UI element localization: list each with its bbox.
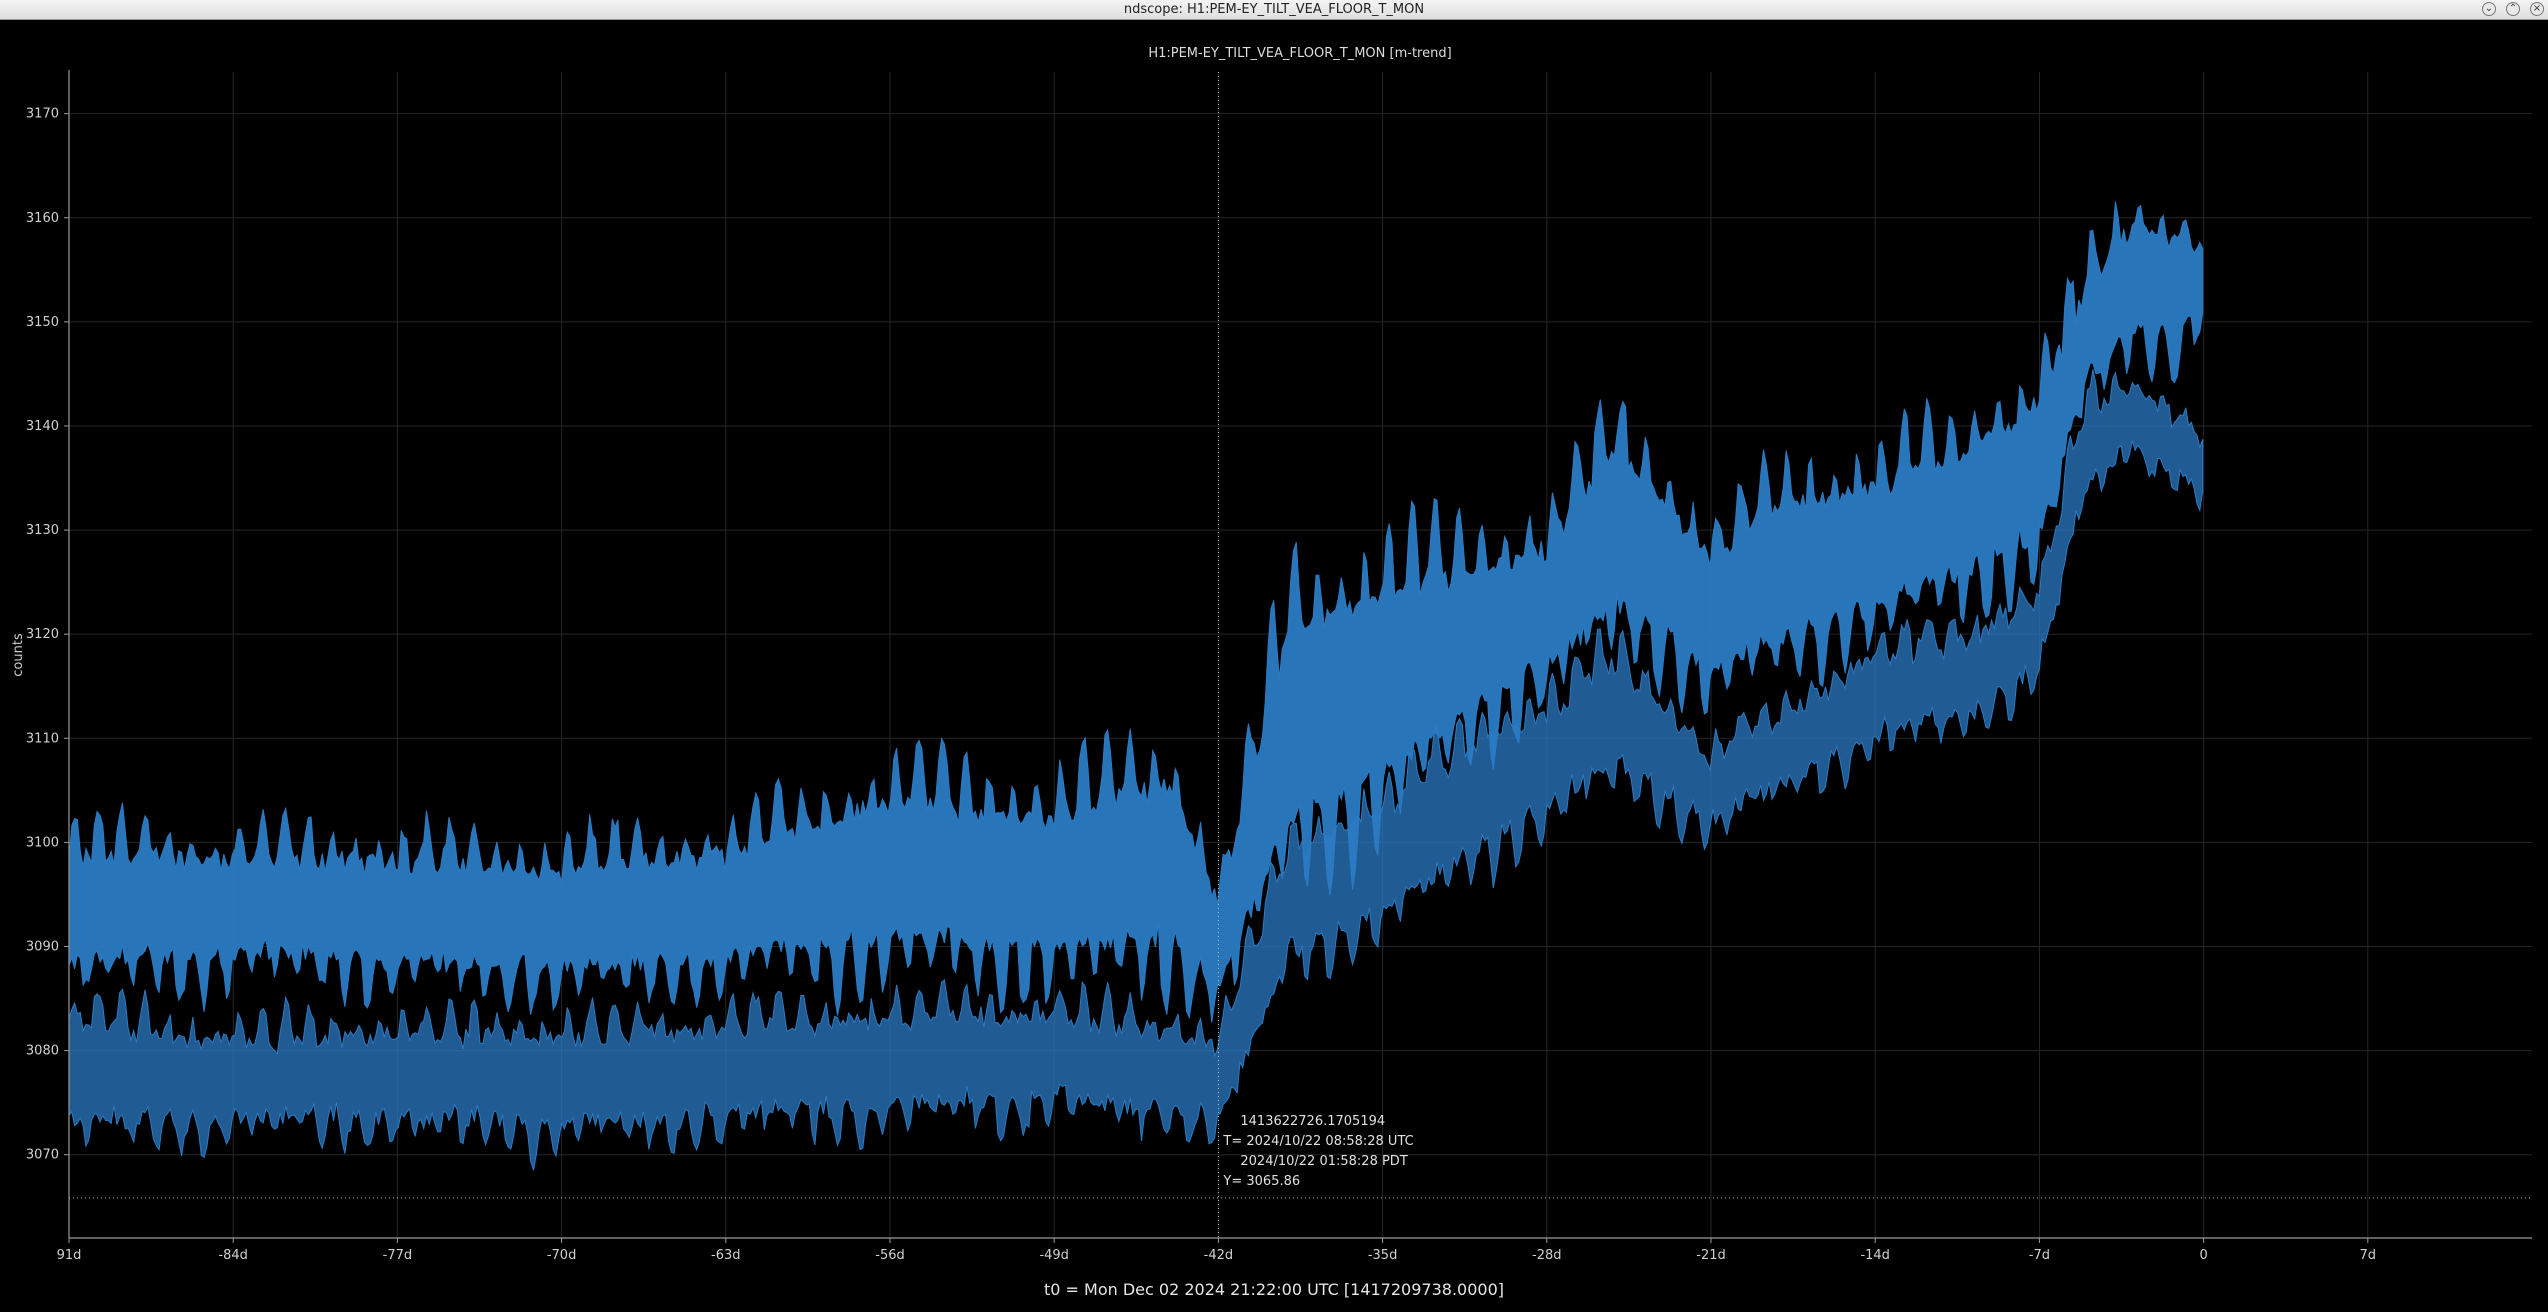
cursor-y-label: Y= 3065.86 <box>1222 1174 1300 1189</box>
x-tick-label: -14d <box>1860 1248 1890 1263</box>
x-tick-label: 91d <box>57 1248 82 1263</box>
window-titlebar: ndscope: H1:PEM-EY_TILT_VEA_FLOOR_T_MON … <box>0 0 2548 20</box>
y-tick-label: 3120 <box>26 627 59 642</box>
t0-label: t0 = Mon Dec 02 2024 21:22:00 UTC [14172… <box>1044 1280 1504 1299</box>
series-1-envelope <box>68 201 2204 1023</box>
x-tick-label: -35d <box>1368 1248 1398 1263</box>
y-tick-label: 3150 <box>26 315 59 330</box>
chart-title: H1:PEM-EY_TILT_VEA_FLOOR_T_MON [m-trend] <box>1148 46 1451 61</box>
plot-data <box>68 201 2204 1171</box>
y-tick-label: 3130 <box>26 523 59 538</box>
x-tick-label: -84d <box>218 1248 248 1263</box>
x-tick-label: -77d <box>383 1248 413 1263</box>
x-tick-label: -49d <box>1039 1248 1069 1263</box>
minimize-icon[interactable]: ⌄ <box>2482 2 2496 16</box>
x-tick-label: -70d <box>547 1248 577 1263</box>
x-tick-label: -56d <box>875 1248 905 1263</box>
y-tick-label: 3070 <box>26 1148 59 1163</box>
x-tick-label: -7d <box>2029 1248 2050 1263</box>
x-tick-label: 0 <box>2199 1248 2207 1263</box>
y-tick-label: 3110 <box>26 731 59 746</box>
x-tick-label: -63d <box>711 1248 741 1263</box>
y-axis-label: counts <box>11 633 26 677</box>
trend-plot[interactable]: H1:PEM-EY_TILT_VEA_FLOOR_T_MON [m-trend]… <box>0 20 2548 1280</box>
y-tick-label: 3170 <box>26 107 59 122</box>
close-icon[interactable]: × <box>2530 2 2544 16</box>
y-tick-label: 3160 <box>26 211 59 226</box>
maximize-icon[interactable]: ⌃ <box>2506 2 2520 16</box>
x-tick-label: -28d <box>1532 1248 1562 1263</box>
cursor-pdt-label: 2024/10/22 01:58:28 PDT <box>1240 1154 1407 1169</box>
window-title: ndscope: H1:PEM-EY_TILT_VEA_FLOOR_T_MON <box>1123 2 1425 17</box>
y-tick-label: 3090 <box>26 940 59 955</box>
x-tick-label: -42d <box>1204 1248 1234 1263</box>
cursor-gps-label: 1413622726.1705194 <box>1240 1114 1385 1129</box>
y-tick-label: 3080 <box>26 1044 59 1059</box>
y-tick-label: 3100 <box>26 835 59 850</box>
y-tick-label: 3140 <box>26 419 59 434</box>
cursor-utc-label: T= 2024/10/22 08:58:28 UTC <box>1222 1134 1413 1149</box>
x-tick-label: 7d <box>2360 1248 2377 1263</box>
x-tick-label: -21d <box>1696 1248 1726 1263</box>
